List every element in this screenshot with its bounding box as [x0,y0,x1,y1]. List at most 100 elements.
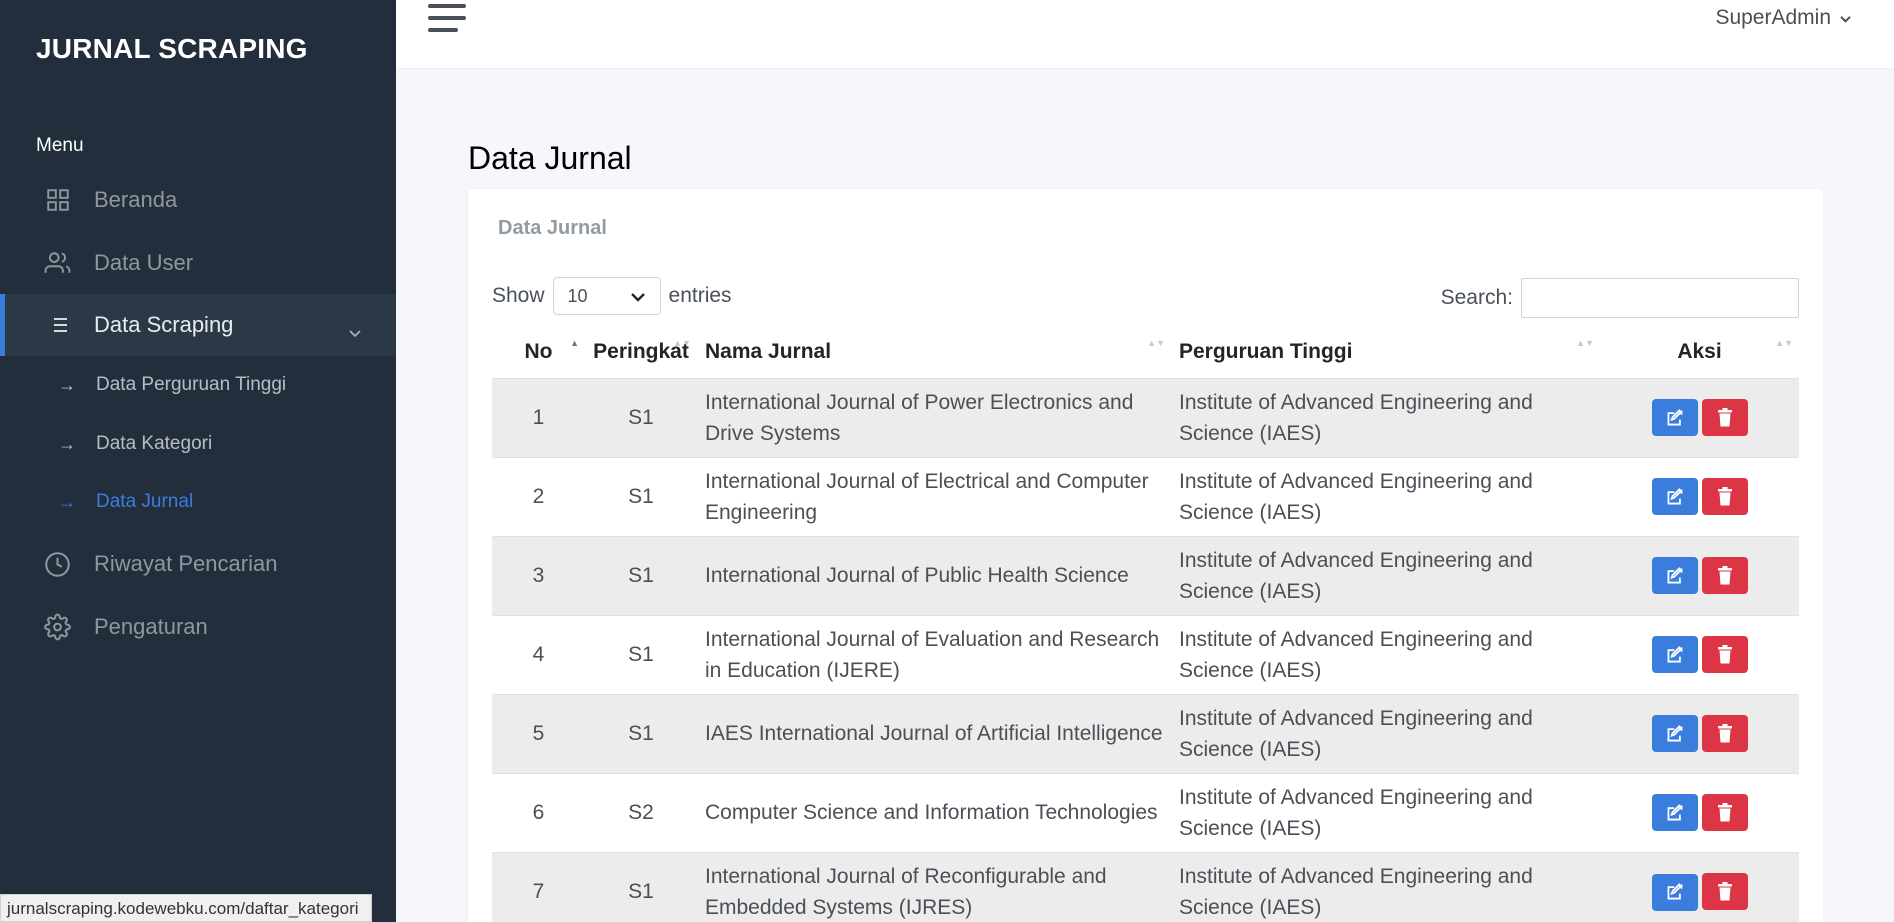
edit-button[interactable] [1651,873,1698,911]
table-row: 5 S1 IAES International Journal of Artific… [492,694,1799,773]
cell-no: 5 [532,722,545,745]
sort-icon: ▲▼ [1576,338,1594,348]
delete-button[interactable] [1701,556,1748,594]
table-row: 1 S1 International Journal of Power Electr… [492,378,1799,457]
edit-icon [1665,566,1685,585]
arrow-right-icon: → [58,491,76,512]
column-header-peringkat[interactable]: Peringkat ▲▼ [585,326,697,378]
cell-aksi [1600,615,1799,694]
sidebar-item-label: Pengaturan [94,614,208,639]
hamburger-menu-icon[interactable] [428,4,466,34]
edit-button[interactable] [1651,715,1698,753]
jurnal-table: No ▲ Peringkat ▲▼ Nama Jurnal ▲▼ Perguruan … [492,326,1799,922]
sort-icon: ▲▼ [1775,338,1793,348]
delete-button[interactable] [1701,635,1748,673]
arrow-right-icon: → [58,374,76,395]
cell-peringkat: S2 [628,801,654,824]
menu-header: Menu [36,135,84,156]
sort-icon: ▲▼ [1147,338,1165,348]
search-input[interactable] [1521,278,1799,318]
cell-nama-jurnal: IAES International Journal of Artificial… [705,722,1163,745]
cell-peringkat: S1 [628,564,654,587]
sidebar-item-pengaturan[interactable]: Pengaturan [0,596,396,658]
user-dropdown[interactable]: SuperAdmin [1715,6,1852,30]
cell-peringkat: S1 [628,485,654,508]
sidebar-subitem-perguruan-tinggi[interactable]: → Data Perguruan Tinggi [0,360,396,410]
sidebar-item-label: Data Scraping [94,312,234,337]
entries-length-control: Show 10 entries [492,277,732,315]
cell-aksi [1600,694,1799,773]
trash-icon [1717,644,1733,664]
cell-aksi [1600,457,1799,536]
trash-icon [1717,723,1733,743]
cell-perguruan-tinggi: Institute of Advanced Engineering and Sc… [1179,469,1533,524]
cell-perguruan-tinggi: Institute of Advanced Engineering and Sc… [1179,864,1533,919]
cell-nama-jurnal: International Journal of Evaluation and … [705,627,1160,682]
column-header-label: Perguruan Tinggi [1179,339,1353,363]
delete-button[interactable] [1701,477,1748,515]
sidebar-item-label: Beranda [94,187,178,212]
grid-icon [44,187,71,214]
edit-icon [1665,408,1685,427]
column-header-label: Nama Jurnal [705,339,832,363]
cell-peringkat: S1 [628,722,654,745]
cell-perguruan-tinggi: Institute of Advanced Engineering and Sc… [1179,627,1533,682]
edit-icon [1665,724,1685,743]
table-row: 6 S2 Computer Science and Information Tech… [492,773,1799,852]
chevron-down-icon [348,319,362,345]
sidebar-item-beranda[interactable]: Beranda [0,169,396,231]
cell-aksi [1600,773,1799,852]
sidebar-subitem-kategori[interactable]: → Data Kategori [0,419,396,469]
entries-select[interactable]: 10 [552,277,661,315]
cell-perguruan-tinggi: Institute of Advanced Engineering and Sc… [1179,390,1533,445]
edit-button[interactable] [1651,399,1698,437]
edit-button[interactable] [1651,794,1698,832]
cell-nama-jurnal: International Journal of Public Health S… [705,564,1129,587]
delete-button[interactable] [1701,714,1748,752]
cell-perguruan-tinggi: Institute of Advanced Engineering and Sc… [1179,548,1533,603]
column-header-perguruan-tinggi[interactable]: Perguruan Tinggi ▲▼ [1171,326,1600,378]
browser-status-bar: jurnalscraping.kodewebku.com/daftar_kate… [0,894,372,922]
list-icon [44,312,71,339]
gear-icon [44,613,71,641]
sidebar-item-label: Riwayat Pencarian [94,551,278,576]
column-header-aksi[interactable]: Aksi ▲▼ [1600,326,1799,378]
cell-nama-jurnal: International Journal of Power Electroni… [705,390,1134,445]
data-card: Data Jurnal Show 10 entries Search: No ▲ … [468,189,1823,922]
cell-no: 7 [532,880,545,904]
show-label: Show [492,284,545,307]
search-control: Search: [1441,278,1799,318]
edit-button[interactable] [1651,636,1698,674]
card-title: Data Jurnal [498,217,607,239]
sidebar: JURNAL SCRAPING Menu Beranda Data User D… [0,0,396,922]
column-header-no[interactable]: No ▲ [492,326,585,378]
cell-no: 6 [532,801,545,824]
sidebar-item-data-scraping[interactable]: Data Scraping [0,294,396,356]
column-header-label: No [524,339,553,363]
cell-nama-jurnal: International Journal of Reconfigurable … [705,864,1107,919]
edit-button[interactable] [1651,478,1698,516]
entries-label: entries [668,284,732,307]
edit-icon [1665,487,1685,506]
sidebar-item-riwayat-pencarian[interactable]: Riwayat Pencarian [0,533,396,595]
table-row: 3 S1 International Journal of Public Healt… [492,536,1799,615]
sidebar-subitem-data-jurnal[interactable]: → Data Jurnal [0,477,396,527]
users-icon [44,250,71,277]
sidebar-item-data-user[interactable]: Data User [0,232,396,294]
cell-nama-jurnal: Computer Science and Information Technol… [705,801,1158,824]
table-body: 1 S1 International Journal of Power Electr… [492,378,1799,922]
trash-icon [1717,407,1733,427]
sidebar-subitem-label: Data Kategori [96,433,213,454]
delete-button[interactable] [1701,873,1748,910]
trash-icon [1717,882,1733,901]
edit-button[interactable] [1651,557,1698,595]
entries-select-value: 10 [567,285,588,306]
chevron-down-icon [1839,6,1852,30]
edit-icon [1665,883,1685,901]
brand-title[interactable]: JURNAL SCRAPING [36,33,308,65]
delete-button[interactable] [1701,398,1748,436]
table-row: 4 S1 International Journal of Evaluation a… [492,615,1799,694]
column-header-nama-jurnal[interactable]: Nama Jurnal ▲▼ [697,326,1171,378]
search-label: Search: [1440,286,1513,309]
delete-button[interactable] [1701,793,1748,831]
